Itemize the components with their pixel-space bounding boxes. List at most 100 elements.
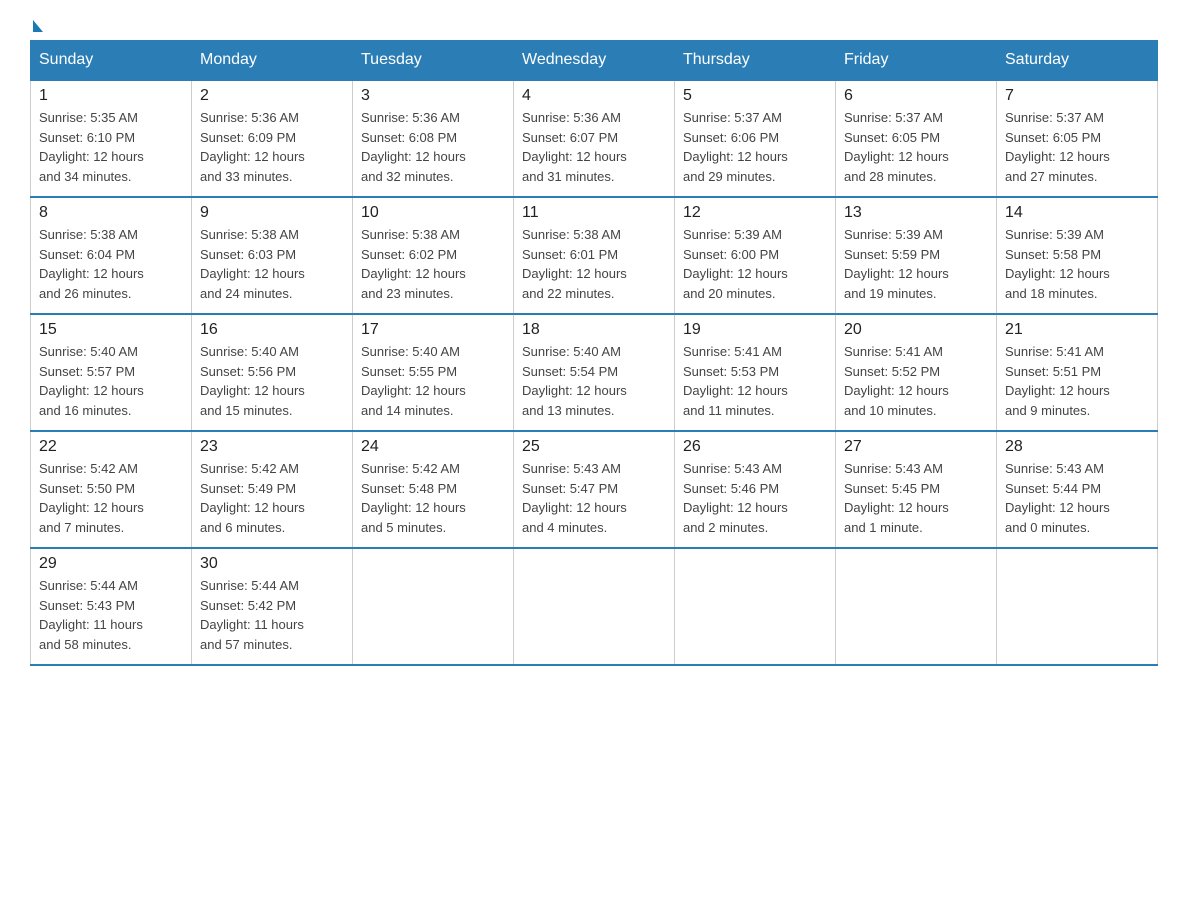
day-number: 6 <box>844 87 988 105</box>
day-number: 10 <box>361 204 505 222</box>
day-info: Sunrise: 5:38 AMSunset: 6:01 PMDaylight:… <box>522 225 666 303</box>
day-info: Sunrise: 5:41 AMSunset: 5:51 PMDaylight:… <box>1005 342 1149 420</box>
day-number: 12 <box>683 204 827 222</box>
calendar-cell: 14 Sunrise: 5:39 AMSunset: 5:58 PMDayligh… <box>997 197 1158 314</box>
header-thursday: Thursday <box>675 41 836 81</box>
day-info: Sunrise: 5:40 AMSunset: 5:55 PMDaylight:… <box>361 342 505 420</box>
calendar-cell: 25 Sunrise: 5:43 AMSunset: 5:47 PMDayligh… <box>514 431 675 548</box>
calendar-cell: 1 Sunrise: 5:35 AMSunset: 6:10 PMDaylight… <box>31 80 192 197</box>
calendar-cell: 21 Sunrise: 5:41 AMSunset: 5:51 PMDayligh… <box>997 314 1158 431</box>
header-saturday: Saturday <box>997 41 1158 81</box>
calendar-cell <box>514 548 675 665</box>
calendar-cell: 11Sunrise: 5:38 AMSunset: 6:01 PMDayligh… <box>514 197 675 314</box>
header-sunday: Sunday <box>31 41 192 81</box>
day-info: Sunrise: 5:43 AMSunset: 5:47 PMDaylight:… <box>522 459 666 537</box>
day-info: Sunrise: 5:41 AMSunset: 5:53 PMDaylight:… <box>683 342 827 420</box>
calendar-cell: 4Sunrise: 5:36 AMSunset: 6:07 PMDaylight… <box>514 80 675 197</box>
day-info: Sunrise: 5:40 AMSunset: 5:54 PMDaylight:… <box>522 342 666 420</box>
calendar-cell: 20 Sunrise: 5:41 AMSunset: 5:52 PMDayligh… <box>836 314 997 431</box>
header-friday: Friday <box>836 41 997 81</box>
day-number: 27 <box>844 438 988 456</box>
day-info: Sunrise: 5:42 AMSunset: 5:50 PMDaylight:… <box>39 459 183 537</box>
day-number: 7 <box>1005 87 1149 105</box>
day-number: 17 <box>361 321 505 339</box>
day-number: 9 <box>200 204 344 222</box>
calendar-cell: 17 Sunrise: 5:40 AMSunset: 5:55 PMDayligh… <box>353 314 514 431</box>
day-info: Sunrise: 5:37 AMSunset: 6:05 PMDaylight:… <box>1005 108 1149 186</box>
calendar-cell: 7 Sunrise: 5:37 AMSunset: 6:05 PMDaylight… <box>997 80 1158 197</box>
header-monday: Monday <box>192 41 353 81</box>
calendar-cell: 18 Sunrise: 5:40 AMSunset: 5:54 PMDayligh… <box>514 314 675 431</box>
day-info: Sunrise: 5:39 AMSunset: 5:58 PMDaylight:… <box>1005 225 1149 303</box>
day-number: 28 <box>1005 438 1149 456</box>
day-number: 22 <box>39 438 183 456</box>
day-info: Sunrise: 5:41 AMSunset: 5:52 PMDaylight:… <box>844 342 988 420</box>
day-number: 20 <box>844 321 988 339</box>
day-number: 25 <box>522 438 666 456</box>
day-info: Sunrise: 5:36 AMSunset: 6:08 PMDaylight:… <box>361 108 505 186</box>
day-info: Sunrise: 5:38 AMSunset: 6:02 PMDaylight:… <box>361 225 505 303</box>
calendar-cell: 24 Sunrise: 5:42 AMSunset: 5:48 PMDayligh… <box>353 431 514 548</box>
calendar-cell: 2Sunrise: 5:36 AMSunset: 6:09 PMDaylight… <box>192 80 353 197</box>
day-number: 13 <box>844 204 988 222</box>
calendar-table: SundayMondayTuesdayWednesdayThursdayFrid… <box>30 40 1158 666</box>
calendar-cell: 5 Sunrise: 5:37 AMSunset: 6:06 PMDaylight… <box>675 80 836 197</box>
day-number: 18 <box>522 321 666 339</box>
day-info: Sunrise: 5:38 AMSunset: 6:04 PMDaylight:… <box>39 225 183 303</box>
calendar-cell: 27Sunrise: 5:43 AMSunset: 5:45 PMDayligh… <box>836 431 997 548</box>
day-number: 21 <box>1005 321 1149 339</box>
day-info: Sunrise: 5:38 AMSunset: 6:03 PMDaylight:… <box>200 225 344 303</box>
logo <box>30 20 43 30</box>
calendar-cell: 28 Sunrise: 5:43 AMSunset: 5:44 PMDayligh… <box>997 431 1158 548</box>
day-info: Sunrise: 5:43 AMSunset: 5:44 PMDaylight:… <box>1005 459 1149 537</box>
day-number: 26 <box>683 438 827 456</box>
calendar-cell: 19 Sunrise: 5:41 AMSunset: 5:53 PMDayligh… <box>675 314 836 431</box>
calendar-week-3: 15 Sunrise: 5:40 AMSunset: 5:57 PMDayligh… <box>31 314 1158 431</box>
day-number: 23 <box>200 438 344 456</box>
day-number: 3 <box>361 87 505 105</box>
day-number: 2 <box>200 87 344 105</box>
day-number: 5 <box>683 87 827 105</box>
day-number: 29 <box>39 555 183 573</box>
calendar-cell <box>997 548 1158 665</box>
calendar-cell: 26 Sunrise: 5:43 AMSunset: 5:46 PMDayligh… <box>675 431 836 548</box>
day-number: 8 <box>39 204 183 222</box>
page-header <box>30 20 1158 30</box>
day-info: Sunrise: 5:40 AMSunset: 5:56 PMDaylight:… <box>200 342 344 420</box>
day-number: 16 <box>200 321 344 339</box>
calendar-week-2: 8 Sunrise: 5:38 AMSunset: 6:04 PMDaylight… <box>31 197 1158 314</box>
calendar-week-1: 1 Sunrise: 5:35 AMSunset: 6:10 PMDaylight… <box>31 80 1158 197</box>
day-info: Sunrise: 5:37 AMSunset: 6:05 PMDaylight:… <box>844 108 988 186</box>
calendar-cell: 16 Sunrise: 5:40 AMSunset: 5:56 PMDayligh… <box>192 314 353 431</box>
calendar-cell: 13 Sunrise: 5:39 AMSunset: 5:59 PMDayligh… <box>836 197 997 314</box>
calendar-cell: 9 Sunrise: 5:38 AMSunset: 6:03 PMDaylight… <box>192 197 353 314</box>
calendar-cell: 15 Sunrise: 5:40 AMSunset: 5:57 PMDayligh… <box>31 314 192 431</box>
day-info: Sunrise: 5:40 AMSunset: 5:57 PMDaylight:… <box>39 342 183 420</box>
calendar-cell: 6 Sunrise: 5:37 AMSunset: 6:05 PMDaylight… <box>836 80 997 197</box>
day-number: 19 <box>683 321 827 339</box>
day-info: Sunrise: 5:37 AMSunset: 6:06 PMDaylight:… <box>683 108 827 186</box>
day-number: 15 <box>39 321 183 339</box>
header-tuesday: Tuesday <box>353 41 514 81</box>
calendar-cell <box>353 548 514 665</box>
day-info: Sunrise: 5:39 AMSunset: 6:00 PMDaylight:… <box>683 225 827 303</box>
calendar-week-5: 29 Sunrise: 5:44 AMSunset: 5:43 PMDayligh… <box>31 548 1158 665</box>
day-info: Sunrise: 5:43 AMSunset: 5:46 PMDaylight:… <box>683 459 827 537</box>
calendar-cell: 23 Sunrise: 5:42 AMSunset: 5:49 PMDayligh… <box>192 431 353 548</box>
day-number: 14 <box>1005 204 1149 222</box>
day-info: Sunrise: 5:44 AMSunset: 5:43 PMDaylight:… <box>39 576 183 654</box>
calendar-cell: 12 Sunrise: 5:39 AMSunset: 6:00 PMDayligh… <box>675 197 836 314</box>
calendar-cell: 22 Sunrise: 5:42 AMSunset: 5:50 PMDayligh… <box>31 431 192 548</box>
day-number: 1 <box>39 87 183 105</box>
day-info: Sunrise: 5:36 AMSunset: 6:07 PMDaylight:… <box>522 108 666 186</box>
day-info: Sunrise: 5:42 AMSunset: 5:48 PMDaylight:… <box>361 459 505 537</box>
calendar-cell: 3 Sunrise: 5:36 AMSunset: 6:08 PMDaylight… <box>353 80 514 197</box>
calendar-cell: 30Sunrise: 5:44 AMSunset: 5:42 PMDayligh… <box>192 548 353 665</box>
day-info: Sunrise: 5:42 AMSunset: 5:49 PMDaylight:… <box>200 459 344 537</box>
day-info: Sunrise: 5:35 AMSunset: 6:10 PMDaylight:… <box>39 108 183 186</box>
day-number: 24 <box>361 438 505 456</box>
calendar-cell <box>836 548 997 665</box>
day-number: 30 <box>200 555 344 573</box>
calendar-cell: 29 Sunrise: 5:44 AMSunset: 5:43 PMDayligh… <box>31 548 192 665</box>
day-info: Sunrise: 5:39 AMSunset: 5:59 PMDaylight:… <box>844 225 988 303</box>
